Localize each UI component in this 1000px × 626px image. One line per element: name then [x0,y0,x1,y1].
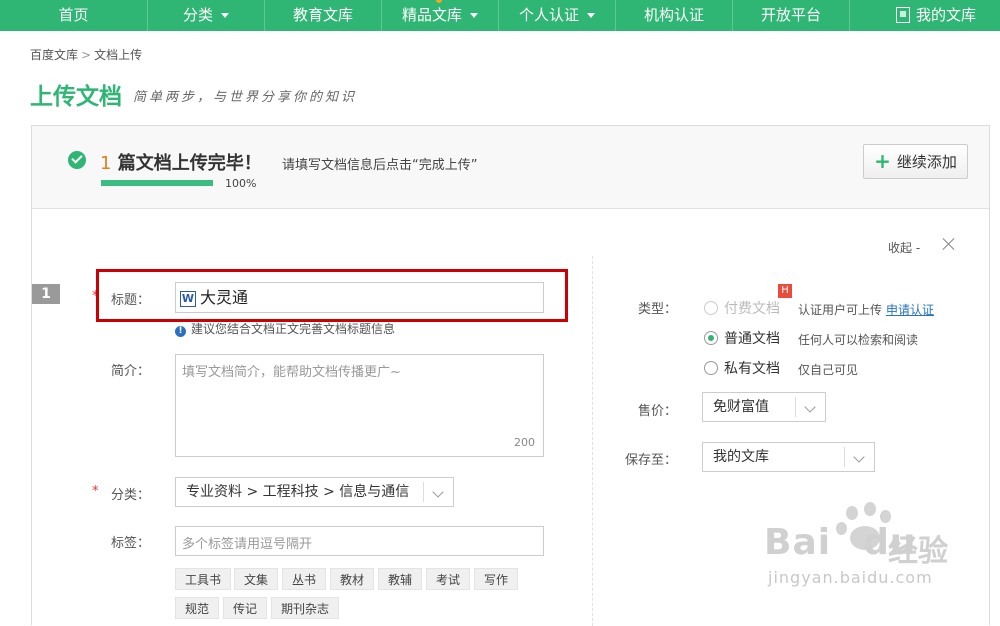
category-select[interactable]: 专业资料 > 工程科技 > 信息与通信 [175,477,454,507]
collapse-dash: - [915,241,921,255]
nav-item-personal-auth[interactable]: 个人认证 [499,0,616,31]
radio-normal[interactable] [704,331,718,345]
caret-down-icon [587,13,595,18]
progress-bar [101,180,213,186]
nav-item-premium[interactable]: 精品文库 [382,0,499,31]
watermark-url: jingyan.baidu.com [768,568,933,587]
chevron-down-icon [423,482,453,502]
my-library-link[interactable]: 我的文库 [896,0,976,31]
apply-auth-link[interactable]: 申请认证 [886,303,934,317]
top-nav: 首页 分类 教育文库 精品文库 个人认证 机构认证 开放平台 我的文库 [0,0,1000,31]
option-paid-label: 付费文档 [724,301,780,317]
caret-down-icon [221,13,229,18]
char-counter: 200 [514,436,535,449]
h-badge: H [778,284,792,298]
nav-item-org-auth[interactable]: 机构认证 [616,0,733,31]
nav-label: 分类 [182,6,213,24]
my-library-label: 我的文库 [916,6,977,24]
option-normal-desc: 任何人可以检索和阅读 [798,333,919,347]
save-to-value: 我的文库 [713,449,769,465]
title-tip: ! 建议您结合文档正文完善文档标题信息 [175,320,395,337]
highlight-box [96,269,568,322]
info-icon: ! [175,326,186,337]
tag-suggestion[interactable]: 工具书 [175,568,232,590]
chevron-down-icon [795,397,825,417]
close-icon[interactable] [941,236,957,252]
nav-item-education[interactable]: 教育文库 [265,0,382,31]
nav-label: 精品文库 [401,6,462,24]
nav-label: 机构认证 [643,6,704,24]
save-to-select[interactable]: 我的文库 [702,442,875,472]
watermark-cn: 经验 [888,534,948,569]
nav-item-home[interactable]: 首页 [0,0,148,31]
description-placeholder: 填写文档简介，能帮助文档传播更广~ [182,365,401,380]
price-label: 售价： [638,404,678,419]
title-tip-text: 建议您结合文档正文完善文档标题信息 [191,322,396,336]
caret-down-icon [470,13,478,18]
radio-private[interactable] [704,361,718,375]
tag-suggestion[interactable]: 考试 [426,568,471,590]
nav-label: 个人认证 [518,6,579,24]
tag-suggestion[interactable]: 文集 [234,568,279,590]
option-private-desc: 仅自己可见 [798,363,859,377]
library-icon [896,7,910,23]
paid-desc-text: 认证用户可上传 [798,303,883,317]
radio-paid [704,301,718,315]
tag-suggestion[interactable]: 写作 [474,568,519,590]
nav-label: 教育文库 [292,6,353,24]
tags-input[interactable]: 多个标签请用逗号隔开 [175,526,544,556]
baidu-jingyan-watermark: Bai du 经验 jingyan.baidu.com [760,502,1000,612]
category-value: 专业资料 > 工程科技 > 信息与通信 [186,484,410,500]
chevron-down-icon [844,447,874,467]
price-select[interactable]: 免财富值 [702,392,826,422]
tags-placeholder: 多个标签请用逗号隔开 [182,537,313,552]
breadcrumb-current: 文档上传 [94,48,143,62]
tag-suggestion[interactable]: 规范 [175,597,220,619]
progress-text: 100% [225,177,257,190]
tag-suggestion[interactable]: 传记 [223,597,268,619]
continue-add-button[interactable]: + 继续添加 [863,144,968,179]
nav-item-category[interactable]: 分类 [148,0,265,31]
tag-suggestion[interactable]: 期刊杂志 [271,597,340,619]
description-textarea[interactable]: 填写文档简介，能帮助文档传播更广~ [175,354,544,457]
nav-label: 首页 [58,6,89,24]
continue-add-label: 继续添加 [896,153,957,171]
status-title: 1 篇文档上传完毕！ [100,149,262,175]
document-index: 1 [32,284,60,304]
tags-label: 标签： [111,536,151,551]
option-normal-label[interactable]: 普通文档 [724,328,780,348]
breadcrumb-separator: > [81,48,92,62]
page-slogan: 简单两步，与世界分享你的知识 [133,90,358,105]
collapse-label: 收起 [888,241,913,255]
upload-status-bar: 1 篇文档上传完毕！ 请填写文档信息后点击“完成上传” 100% + 继续添加 [32,126,989,209]
tag-suggestion[interactable]: 教材 [330,568,375,590]
option-private-label[interactable]: 私有文档 [724,358,780,378]
option-paid-desc: 认证用户可上传 申请认证 [798,301,934,318]
watermark-brand-1: Bai [764,522,832,563]
category-label: 分类： [111,488,151,503]
check-circle-icon [68,151,86,169]
price-value: 免财富值 [713,399,769,415]
tag-suggestion[interactable]: 丛书 [282,568,327,590]
breadcrumb-root[interactable]: 百度文库 [30,48,78,62]
nav-label: 开放平台 [760,6,821,24]
type-label: 类型： [638,302,678,317]
plus-icon: + [874,149,891,173]
column-divider [592,256,593,626]
nav-item-open-platform[interactable]: 开放平台 [733,0,850,31]
page-title: 上传文档 [30,84,122,110]
collapse-button[interactable]: 收起 - [888,239,920,256]
status-title-text: 篇文档上传完毕！ [117,153,262,174]
status-hint: 请填写文档信息后点击“完成上传” [282,158,478,173]
required-mark: * [92,484,99,499]
upload-count: 1 [100,153,112,174]
tag-suggestion[interactable]: 教辅 [378,568,423,590]
progress-fill [101,180,213,186]
breadcrumb: 百度文库 > 文档上传 [30,46,142,63]
description-label: 简介： [111,364,151,379]
save-to-label: 保存至： [625,453,678,468]
